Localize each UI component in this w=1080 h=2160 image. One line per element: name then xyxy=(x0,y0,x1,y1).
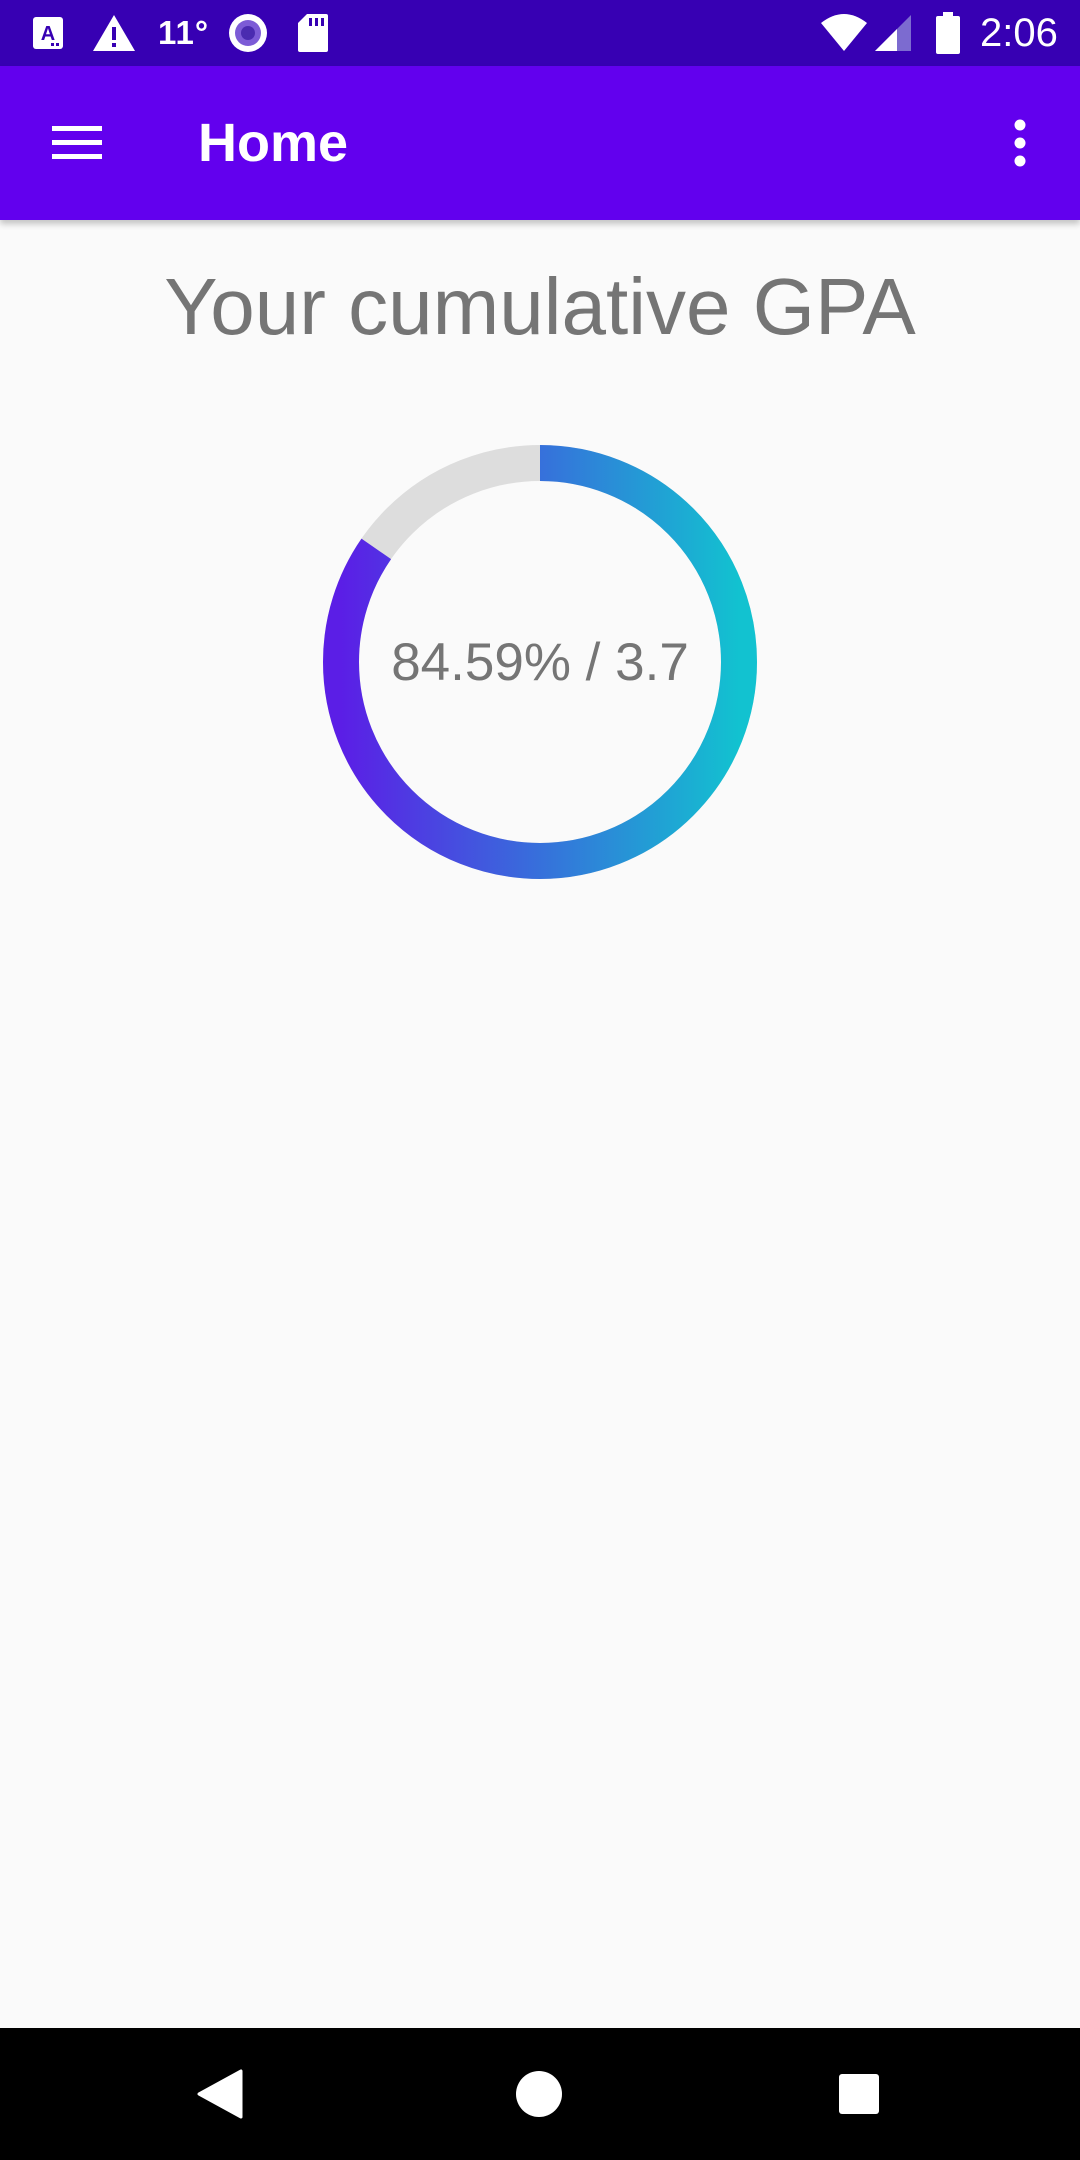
page-title: Home xyxy=(198,113,349,173)
back-triangle-icon[interactable] xyxy=(170,2044,270,2144)
gpa-value: 84.59% / 3.7 xyxy=(391,632,689,692)
clock: 2:06 xyxy=(980,10,1058,55)
hamburger-menu-icon[interactable] xyxy=(32,101,122,185)
svg-text:A: A xyxy=(41,23,55,45)
warning-icon xyxy=(92,0,136,66)
home-circle-icon[interactable] xyxy=(489,2044,589,2144)
more-vert-icon[interactable] xyxy=(980,101,1060,185)
circle-app-icon xyxy=(227,0,269,66)
wifi-icon xyxy=(820,0,868,66)
text-notification-icon: A xyxy=(32,0,64,66)
gpa-heading: Your cumulative GPA xyxy=(164,262,916,351)
cell-signal-icon xyxy=(873,0,913,66)
recents-square-icon[interactable] xyxy=(809,2044,909,2144)
status-bar: A 11° 2:06 xyxy=(0,0,1080,66)
sd-card-icon xyxy=(297,0,329,66)
temperature-text: 11° xyxy=(158,14,210,51)
battery-icon xyxy=(935,0,961,66)
app-bar: Home xyxy=(0,66,1080,220)
system-nav-bar xyxy=(0,2028,1080,2160)
